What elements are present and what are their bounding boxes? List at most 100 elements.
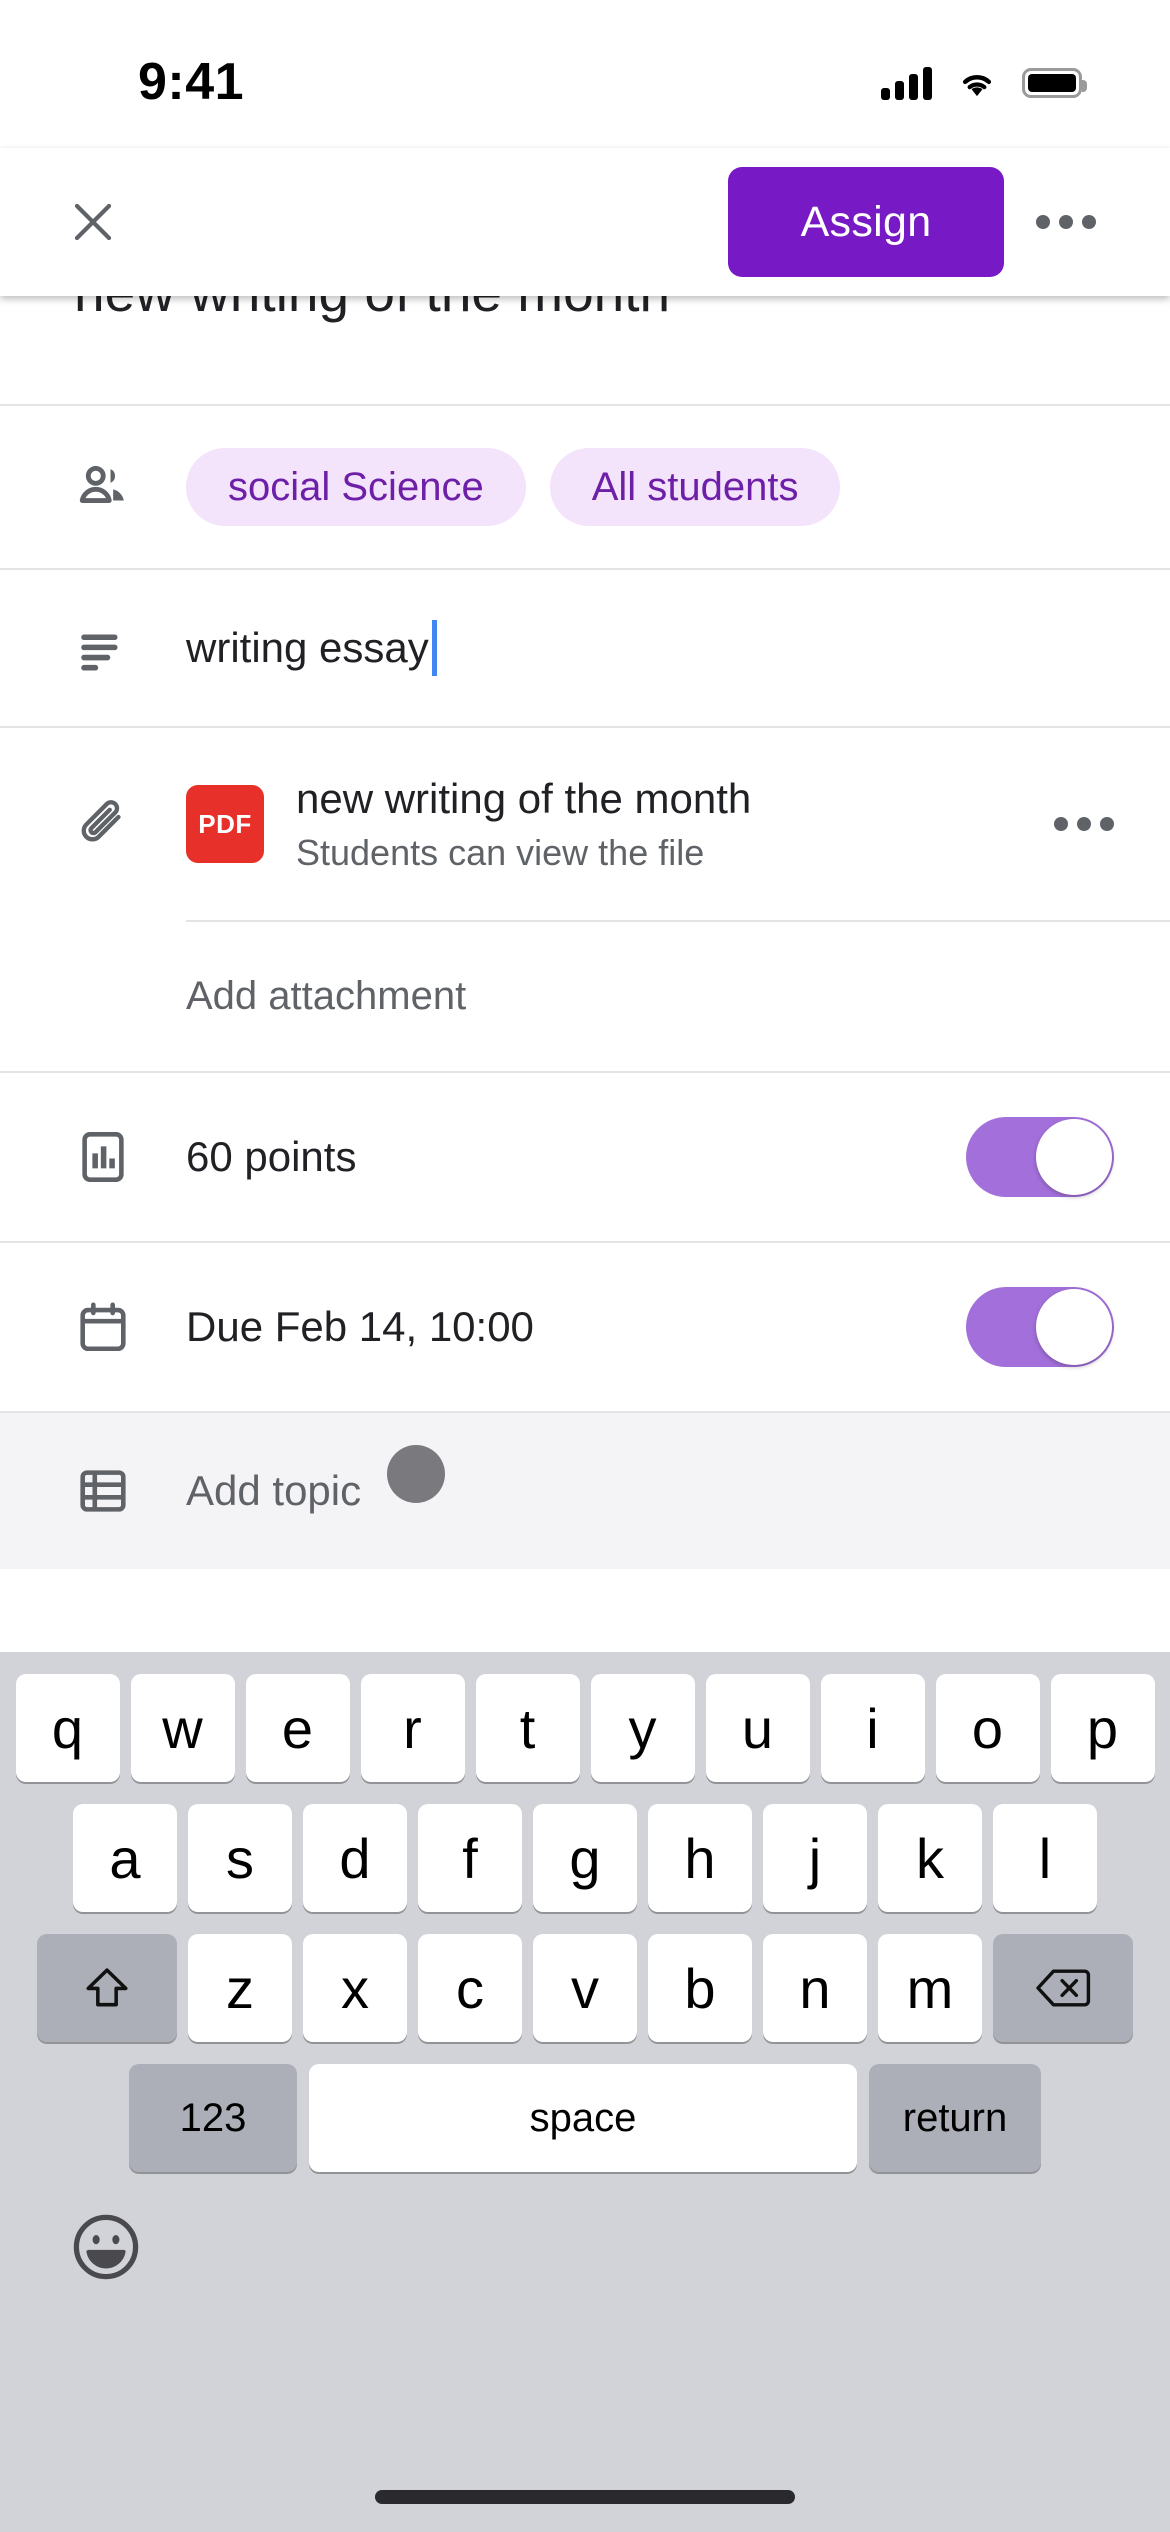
cellular-signal-icon <box>881 66 932 100</box>
due-date-toggle-knob <box>1036 1289 1112 1366</box>
close-icon <box>74 203 112 241</box>
status-bar: 9:41 <box>0 0 1170 148</box>
instructions-value: writing essay <box>186 624 429 671</box>
attachment-item[interactable]: PDF new writing of the month Students ca… <box>0 728 1170 920</box>
audience-row[interactable]: social Science All students <box>0 404 1170 568</box>
paperclip-icon <box>81 800 121 842</box>
wifi-icon <box>962 75 992 97</box>
attachment-more-button[interactable] <box>1030 817 1114 831</box>
keyboard-row-3: z x c v b n m <box>0 1934 1170 2042</box>
key-x[interactable]: x <box>303 1934 407 2042</box>
due-date-label: Due Feb 14, 10:00 <box>186 1303 534 1351</box>
points-toggle-knob <box>1036 1119 1112 1196</box>
home-indicator <box>375 2490 795 2504</box>
key-n[interactable]: n <box>763 1934 867 2042</box>
key-g[interactable]: g <box>533 1804 637 1912</box>
phone-screen: 9:41 Assign new writing of the <box>0 0 1170 2532</box>
instructions-input[interactable]: writing essay <box>186 620 437 676</box>
backspace-icon <box>1036 1969 1091 2007</box>
app-header: Assign <box>0 148 1170 296</box>
key-e[interactable]: e <box>245 1674 350 1782</box>
key-r[interactable]: r <box>360 1674 465 1782</box>
attachment-text: new writing of the month Students can vi… <box>296 774 1030 874</box>
key-y[interactable]: y <box>590 1674 695 1782</box>
description-lines-icon <box>81 634 118 671</box>
topic-icon-wrap <box>74 1462 158 1520</box>
emoji-icon <box>73 2214 139 2280</box>
keyboard-row-2: a s d f g h j k l <box>0 1804 1170 1912</box>
shift-icon <box>86 1968 128 2007</box>
attachment-section: PDF new writing of the month Students ca… <box>0 726 1170 1071</box>
key-s[interactable]: s <box>188 1804 292 1912</box>
description-icon-wrap <box>74 619 158 677</box>
topic-list-icon <box>80 1470 126 1512</box>
paperclip-icon-wrap <box>74 795 158 853</box>
attachment-more-icon <box>1077 817 1091 831</box>
keyboard-bottom-bar <box>0 2172 1170 2322</box>
backspace-key[interactable] <box>993 1934 1133 2042</box>
chip-students[interactable]: All students <box>549 448 841 526</box>
key-i[interactable]: i <box>820 1674 925 1782</box>
people-icon-wrap <box>74 458 158 516</box>
due-date-toggle[interactable] <box>966 1287 1114 1368</box>
key-v[interactable]: v <box>533 1934 637 2042</box>
instructions-row[interactable]: writing essay <box>0 568 1170 726</box>
key-d[interactable]: d <box>303 1804 407 1912</box>
due-date-body: Due Feb 14, 10:00 <box>74 1298 966 1356</box>
calendar-icon <box>80 1302 126 1352</box>
audience-chips: social Science All students <box>186 448 841 526</box>
key-f[interactable]: f <box>418 1804 522 1912</box>
attachment-more-icon <box>1054 817 1068 831</box>
key-j[interactable]: j <box>763 1804 867 1912</box>
key-a[interactable]: a <box>73 1804 177 1912</box>
attachment-more-icon <box>1100 817 1114 831</box>
people-icon <box>79 465 124 503</box>
keyboard-row-1: q w e r t y u i o p <box>0 1674 1170 1782</box>
key-p[interactable]: p <box>1050 1674 1155 1782</box>
bar-chart-icon <box>82 1132 124 1183</box>
key-c[interactable]: c <box>418 1934 522 2042</box>
return-key[interactable]: return <box>869 2064 1041 2172</box>
key-q[interactable]: q <box>15 1674 120 1782</box>
chip-course[interactable]: social Science <box>186 448 526 526</box>
battery-full-icon <box>1022 68 1087 98</box>
key-t[interactable]: t <box>475 1674 580 1782</box>
shift-key[interactable] <box>37 1934 177 2042</box>
points-body: 60 points <box>74 1128 966 1186</box>
key-w[interactable]: w <box>130 1674 235 1782</box>
more-options-icon <box>1082 215 1096 229</box>
status-bar-time: 9:41 <box>138 53 245 111</box>
close-button[interactable] <box>56 185 130 259</box>
header-overflow-button[interactable] <box>1018 174 1114 270</box>
onscreen-keyboard: q w e r t y u i o p a s d f g h j k l z … <box>0 1652 1170 2532</box>
points-toggle[interactable] <box>966 1117 1114 1198</box>
assignment-title-text: new writing of the month <box>74 296 670 324</box>
key-l[interactable]: l <box>993 1804 1097 1912</box>
space-key[interactable]: space <box>309 2064 857 2172</box>
add-attachment-button[interactable]: Add attachment <box>0 922 1170 1071</box>
key-u[interactable]: u <box>705 1674 810 1782</box>
calendar-icon-wrap <box>74 1298 158 1356</box>
key-b[interactable]: b <box>648 1934 752 2042</box>
touch-indicator <box>387 1445 446 1504</box>
numbers-key[interactable]: 123 <box>129 2064 297 2172</box>
status-bar-icons <box>881 66 1087 100</box>
more-options-icon <box>1036 215 1050 229</box>
points-row[interactable]: 60 points <box>0 1071 1170 1242</box>
keyboard-row-4: 123 space return <box>0 2064 1170 2172</box>
attachment-permission: Students can view the file <box>296 831 705 873</box>
topic-row[interactable]: Add topic <box>0 1411 1170 1570</box>
points-label: 60 points <box>186 1133 357 1181</box>
key-k[interactable]: k <box>878 1804 982 1912</box>
key-z[interactable]: z <box>188 1934 292 2042</box>
add-topic-label: Add topic <box>186 1467 362 1515</box>
assignment-title-clipped[interactable]: new writing of the month <box>0 296 1170 404</box>
pdf-file-icon: PDF <box>186 785 264 863</box>
due-date-row[interactable]: Due Feb 14, 10:00 <box>0 1241 1170 1412</box>
text-caret <box>431 620 437 676</box>
emoji-key[interactable] <box>64 2205 148 2289</box>
key-h[interactable]: h <box>648 1804 752 1912</box>
assign-button[interactable]: Assign <box>728 167 1004 277</box>
key-m[interactable]: m <box>878 1934 982 2042</box>
key-o[interactable]: o <box>935 1674 1040 1782</box>
